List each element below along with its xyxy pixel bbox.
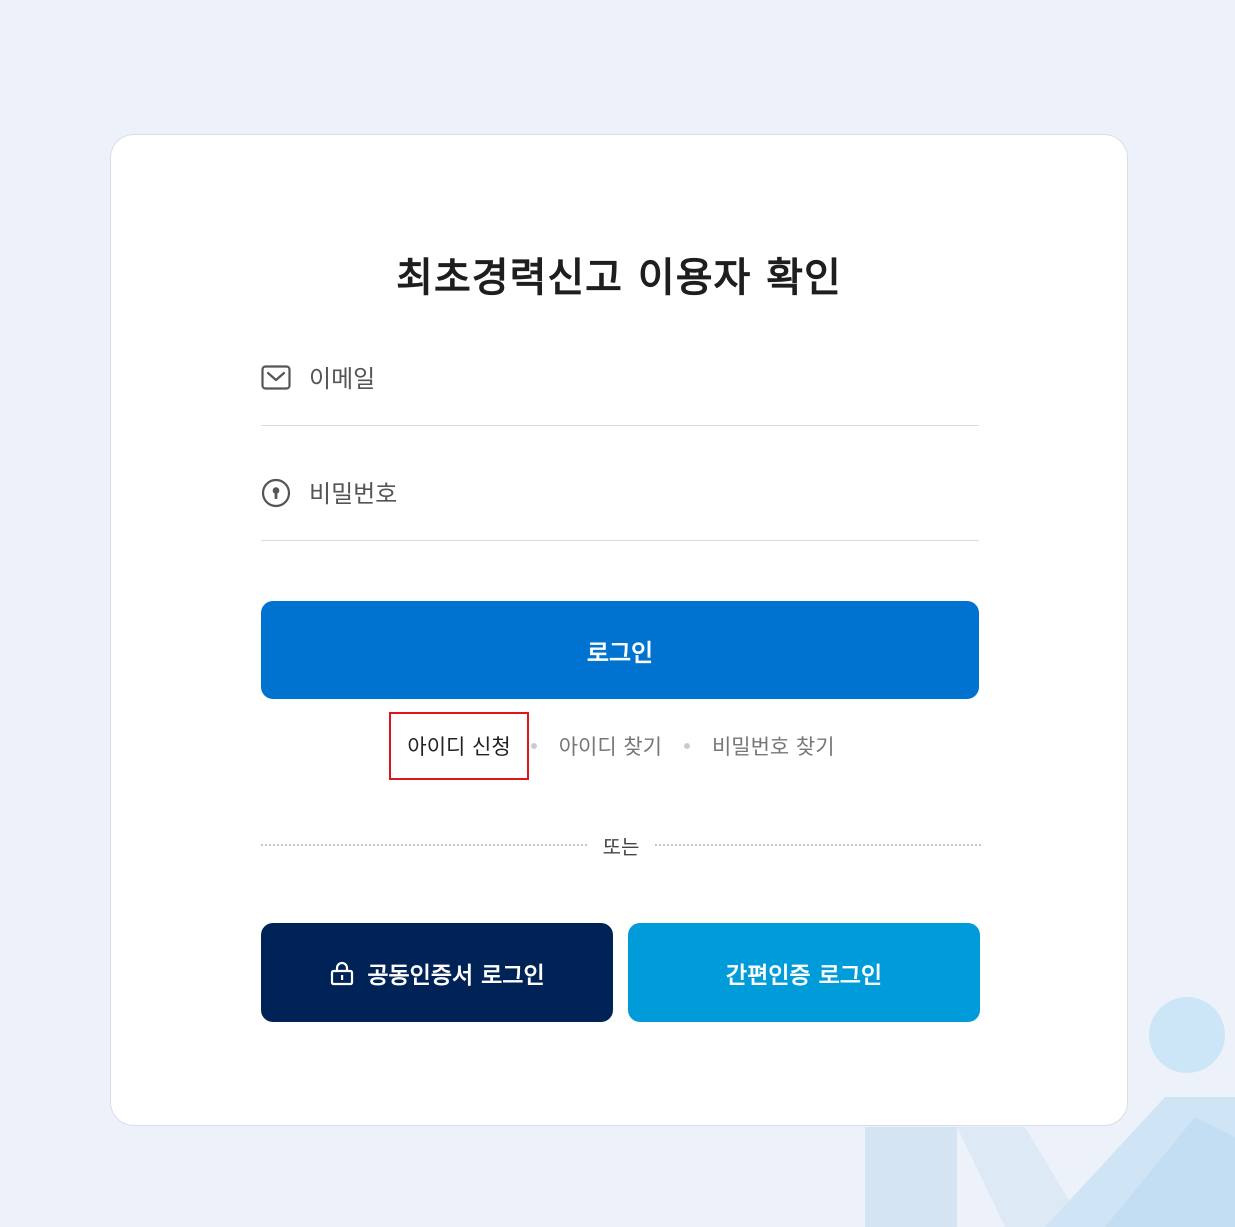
simple-auth-login-button[interactable]: 간편인증 로그인 (628, 923, 980, 1022)
certificate-login-label: 공동인증서 로그인 (367, 962, 545, 989)
or-divider: 또는 (261, 825, 981, 865)
password-input[interactable] (307, 474, 971, 514)
signup-link[interactable]: 아이디 신청 (389, 712, 529, 780)
mail-icon (261, 365, 291, 390)
account-links: 아이디 신청 아이디 찾기 비밀번호 찾기 (111, 712, 1127, 780)
divider-line (655, 844, 981, 846)
simple-auth-login-label: 간편인증 로그인 (725, 962, 883, 989)
page-title: 최초경력신고 이용자 확인 (396, 255, 842, 301)
find-id-link[interactable]: 아이디 찾기 (545, 731, 676, 761)
keyhole-icon (261, 478, 291, 508)
find-password-link[interactable]: 비밀번호 찾기 (698, 731, 849, 761)
link-separator (530, 743, 537, 749)
password-field (261, 464, 979, 541)
email-field (261, 349, 979, 426)
login-card: 최초경력신고 이용자 확인 로그인 아이디 신청 아이디 찾기 비밀번호 찾기 … (110, 134, 1128, 1126)
email-input[interactable] (307, 359, 971, 399)
certificate-login-button[interactable]: 공동인증서 로그인 (261, 923, 613, 1022)
divider-line (261, 844, 587, 846)
lock-icon (331, 961, 354, 985)
divider-label: 또는 (602, 834, 640, 859)
login-button[interactable]: 로그인 (261, 601, 979, 699)
link-separator (683, 743, 690, 749)
